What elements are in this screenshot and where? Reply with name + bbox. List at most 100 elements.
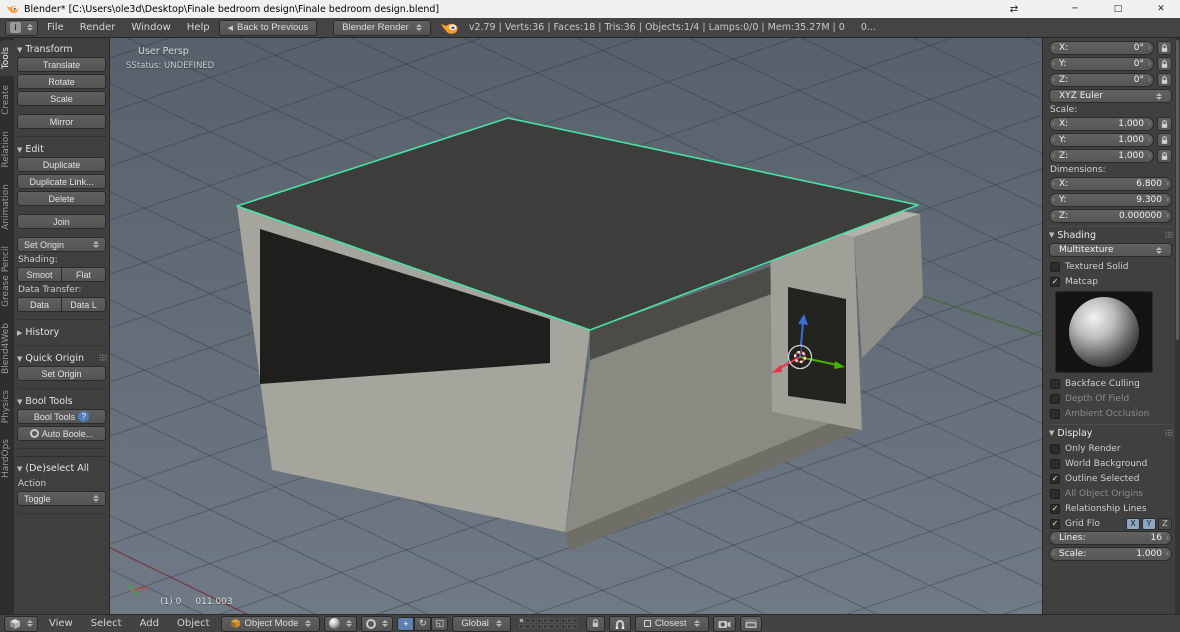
lock-scale-z-button[interactable] — [1157, 149, 1172, 163]
lock-rotation-y-button[interactable] — [1157, 57, 1172, 71]
tab-grease-pencil[interactable]: Grease Pencil — [0, 239, 14, 314]
lock-scale-x-button[interactable] — [1157, 117, 1172, 131]
shading-panel-header[interactable]: ▼ Shading ⠿⠿ — [1049, 226, 1174, 243]
only-render-checkbox[interactable]: Only Render — [1049, 441, 1172, 456]
lock-to-scene-toggle[interactable] — [585, 615, 605, 632]
all-object-origins-checkbox[interactable]: All Object Origins — [1049, 486, 1172, 501]
grid-lines-field[interactable]: Lines:16 — [1049, 531, 1172, 545]
menu-window[interactable]: Window — [124, 22, 177, 33]
grid-axis-y-toggle[interactable]: Y — [1142, 517, 1156, 530]
scale-manipulator-toggle[interactable]: ◱ — [431, 616, 449, 631]
bool-tools-button[interactable]: Bool Tools? — [17, 409, 106, 424]
layer-toggle[interactable] — [566, 624, 572, 629]
rotation-y-field[interactable]: Y:0° — [1049, 57, 1154, 71]
display-panel-header[interactable]: ▼ Display ⠿⠿ — [1049, 424, 1174, 441]
rotation-z-field[interactable]: Z:0° — [1049, 73, 1154, 87]
snap-toggle[interactable] — [608, 615, 631, 632]
join-button[interactable]: Join — [17, 214, 106, 229]
menu-render[interactable]: Render — [73, 22, 123, 33]
data-transfer-button[interactable]: Data — [17, 297, 62, 312]
layer-toggle[interactable] — [524, 618, 530, 623]
object-mode-dropdown[interactable]: Object Mode — [220, 615, 321, 632]
tab-hardops[interactable]: HardOps — [0, 432, 14, 485]
matcap-checkbox[interactable]: ✓ Matcap — [1049, 274, 1172, 289]
opengl-render-button[interactable] — [712, 615, 736, 632]
layer-toggle[interactable] — [572, 624, 578, 629]
depth-of-field-checkbox[interactable]: Depth Of Field — [1049, 391, 1172, 406]
lock-rotation-z-button[interactable] — [1157, 73, 1172, 87]
shading-mode-dropdown[interactable]: Multitexture — [1049, 243, 1172, 257]
toggle-dropdown[interactable]: Toggle — [17, 491, 106, 506]
editor-type-button[interactable]: i — [5, 19, 38, 36]
shade-smooth-button[interactable]: Smoot — [17, 267, 62, 282]
back-to-previous-button[interactable]: ◀ Back to Previous — [218, 19, 318, 36]
maximize-button[interactable]: □ — [1099, 0, 1137, 18]
scale-button[interactable]: Scale — [17, 91, 106, 106]
backface-culling-checkbox[interactable]: Backface Culling — [1049, 376, 1172, 391]
duplicate-button[interactable]: Duplicate — [17, 157, 106, 172]
layer-toggle[interactable] — [530, 618, 536, 623]
scale-y-field[interactable]: Y:1.000 — [1049, 133, 1154, 147]
delete-button[interactable]: Delete — [17, 191, 106, 206]
transform-orientation-dropdown[interactable]: Global — [452, 615, 511, 632]
layer-toggle[interactable] — [542, 624, 548, 629]
layer-toggle[interactable] — [542, 618, 548, 623]
data-layout-button[interactable]: Data L — [62, 297, 106, 312]
matcap-preview[interactable] — [1055, 291, 1153, 373]
layer-toggle[interactable] — [554, 618, 560, 623]
window-arrange-icon[interactable]: ⇄ — [1001, 0, 1027, 18]
viewport-3d[interactable]: User Persp SStatus: UNDEFINED (1) 0 011.0… — [110, 38, 1042, 614]
panel-edit-header[interactable]: ▼ Edit — [17, 142, 106, 157]
mirror-button[interactable]: Mirror — [17, 114, 106, 129]
menu-add[interactable]: Add — [133, 618, 166, 629]
tab-physics[interactable]: Physics — [0, 383, 14, 430]
properties-scrollbar[interactable] — [1175, 38, 1180, 614]
scale-x-field[interactable]: X:1.000 — [1049, 117, 1154, 131]
dimension-x-field[interactable]: X:6.800 — [1049, 177, 1172, 191]
viewport-shading-dropdown[interactable] — [324, 615, 358, 632]
menu-file[interactable]: File — [40, 22, 71, 33]
grid-axis-z-toggle[interactable]: Z — [1158, 517, 1172, 530]
rotation-x-field[interactable]: X:0° — [1049, 41, 1154, 55]
tab-relation[interactable]: Relation — [0, 124, 14, 175]
tab-create[interactable]: Create — [0, 78, 14, 122]
layer-toggle[interactable] — [548, 624, 554, 629]
dimension-y-field[interactable]: Y:9.300 — [1049, 193, 1172, 207]
layer-toggle[interactable] — [536, 624, 542, 629]
layer-toggle[interactable] — [518, 618, 524, 623]
auto-boolean-button[interactable]: Auto Boole... — [17, 426, 106, 441]
layer-toggle[interactable] — [548, 618, 554, 623]
quick-set-origin-button[interactable]: Set Origin — [17, 366, 106, 381]
ambient-occlusion-checkbox[interactable]: Ambient Occlusion — [1049, 406, 1172, 421]
menu-view[interactable]: View — [42, 618, 80, 629]
redo-panel-header[interactable]: ▼ (De)select All — [17, 461, 106, 476]
panel-history-header[interactable]: ▶ History — [17, 325, 106, 340]
minimize-button[interactable]: ─ — [1056, 0, 1094, 18]
rotate-manipulator-toggle[interactable]: ↻ — [414, 616, 432, 631]
textured-solid-checkbox[interactable]: Textured Solid — [1049, 259, 1172, 274]
layer-toggle[interactable] — [536, 618, 542, 623]
editor-type-button[interactable] — [4, 615, 38, 632]
opengl-render-anim-button[interactable] — [739, 615, 762, 632]
layer-toggle[interactable] — [560, 618, 566, 623]
menu-help[interactable]: Help — [180, 22, 217, 33]
outline-selected-checkbox[interactable]: ✓ Outline Selected — [1049, 471, 1172, 486]
rotation-mode-dropdown[interactable]: XYZ Euler — [1049, 89, 1172, 103]
grid-axis-x-toggle[interactable]: X — [1126, 517, 1140, 530]
rotate-button[interactable]: Rotate — [17, 74, 106, 89]
panel-transform-header[interactable]: ▼ Transform — [17, 42, 106, 57]
render-engine-dropdown[interactable]: Blender Render — [333, 19, 431, 36]
layers-widget[interactable] — [518, 618, 578, 629]
lock-rotation-x-button[interactable] — [1157, 41, 1172, 55]
tab-tools[interactable]: Tools — [0, 40, 14, 77]
grid-scale-field[interactable]: Scale:1.000 — [1049, 547, 1172, 561]
translate-button[interactable]: Translate — [17, 57, 106, 72]
panel-quick-origin-header[interactable]: ▼ Quick Origin ⠿⠿ — [17, 351, 108, 366]
menu-select[interactable]: Select — [84, 618, 129, 629]
lock-scale-y-button[interactable] — [1157, 133, 1172, 147]
world-background-checkbox[interactable]: World Background — [1049, 456, 1172, 471]
tab-animation[interactable]: Animation — [0, 177, 14, 237]
duplicate-linked-button[interactable]: Duplicate Link... — [17, 174, 106, 189]
grid-floor-checkbox[interactable]: ✓ Grid Flo X Y Z — [1049, 516, 1172, 531]
shade-flat-button[interactable]: Flat — [62, 267, 106, 282]
